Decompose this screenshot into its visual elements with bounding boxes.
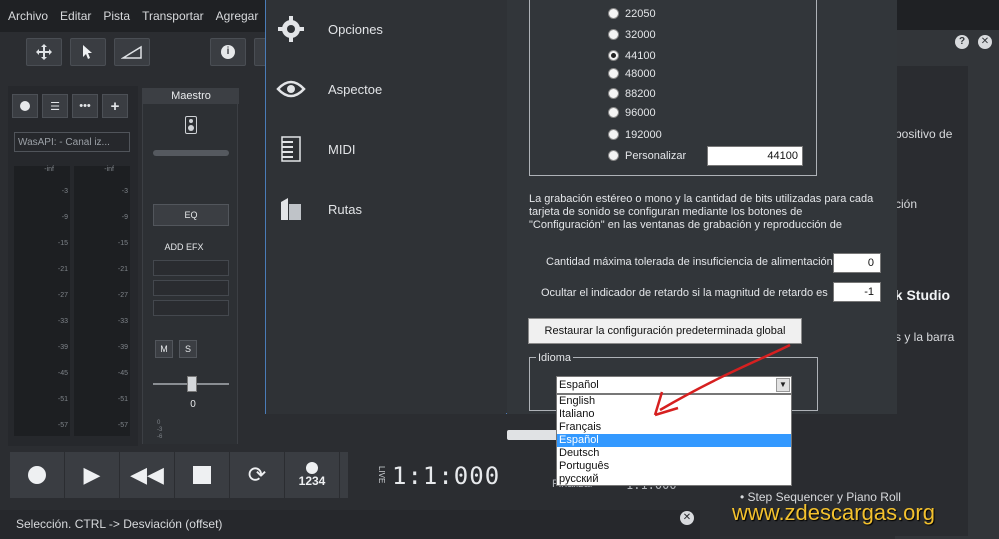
watermark: www.zdescargas.org [732, 500, 935, 525]
annotation-arrow [653, 343, 791, 417]
